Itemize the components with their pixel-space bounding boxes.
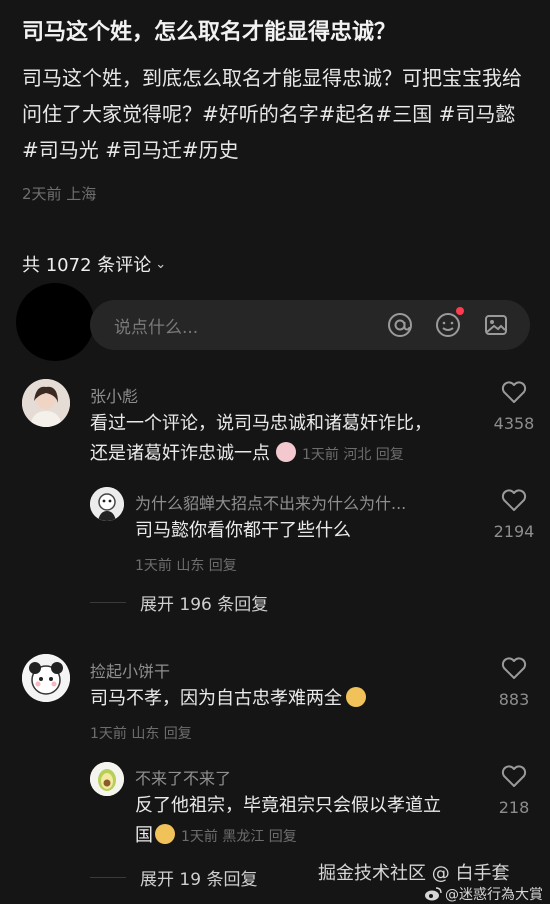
post-meta: 2天前 上海 [22,185,97,203]
hashtag[interactable]: #历史 [182,138,239,162]
hashtag[interactable]: #司马懿 [439,102,516,126]
like-count: 2194 [493,522,535,541]
avatar [16,283,94,361]
reply-username[interactable]: 为什么貂蝉大招点不出来为什么为什... [135,490,475,514]
avatar[interactable] [90,487,124,521]
like-count: 218 [498,798,530,817]
comment-meta[interactable]: 1天前 河北 回复 [302,447,404,463]
comment-text-line: 看过一个评论，说司马忠诚和诸葛奸诈比， [90,413,432,434]
hashtag[interactable]: #好听的名字 [202,102,319,126]
like-button[interactable]: 218 [492,764,536,817]
heart-icon [501,381,527,403]
like-count: 4358 [493,414,535,433]
weibo-icon [425,887,442,901]
comment-text-span: 还是诸葛奸诈忠诚一点 [90,443,270,464]
heart-icon [501,489,527,511]
avatar[interactable] [90,762,124,796]
reply-meta[interactable]: 1天前 山东 回复 [135,555,237,575]
heart-icon [501,765,527,787]
divider [90,602,126,603]
laughing-emoji-icon [155,824,175,844]
emoji-icon[interactable] [434,307,464,339]
comment-text-line: 还是诸葛奸诈忠诚一点 1天前 河北 回复 [90,439,490,470]
reply-text: 反了他祖宗，毕竟祖宗只会假以孝道立 国 1天前 黑龙江 回复 [135,791,495,852]
crying-emoji-icon [276,442,296,462]
like-button[interactable]: 883 [492,656,536,709]
heart-icon [501,657,527,679]
reply-username[interactable]: 不来了不来了 [135,765,231,789]
reply-meta[interactable]: 1天前 黑龙江 回复 [181,829,297,845]
expand-replies-button[interactable]: 展开 19 条回复 [90,865,257,890]
hashtag[interactable]: #起名 [319,102,376,126]
expand-replies-label: 展开 19 条回复 [140,870,258,890]
comment-text: 看过一个评论，说司马忠诚和诸葛奸诈比， 还是诸葛奸诈忠诚一点 1天前 河北 回复 [90,409,490,470]
like-button[interactable]: 4358 [492,380,536,433]
expand-replies-button[interactable]: 展开 196 条回复 [90,590,268,615]
hashtag[interactable]: #司马迁 [105,138,182,162]
like-button[interactable]: 2194 [492,488,536,541]
chevron-down-icon: ⌄ [155,256,167,272]
comment-count[interactable]: 共 1072 条评论 ⌄ [22,251,166,277]
comment-count-label: 共 1072 条评论 [22,255,152,276]
weibo-watermark: @迷惑行為大賞 [424,884,543,904]
divider [90,877,126,878]
weibo-watermark-text: @迷惑行為大賞 [445,887,543,903]
avatar[interactable] [22,379,70,427]
avatar[interactable] [22,654,70,702]
hashtag[interactable]: #三国 [376,102,433,126]
mention-icon[interactable] [386,311,414,339]
post-body: 司马这个姓，到底怎么取名才能显得忠诚？可把宝宝我给问住了大家觉得呢？#好听的名字… [22,60,532,168]
laughing-emoji-icon [346,687,366,707]
comment-username[interactable]: 张小彪 [90,383,138,407]
watermark: 掘金技术社区 @ 白手套 [318,863,510,884]
notification-dot [456,307,464,315]
comment-username[interactable]: 捡起小饼干 [90,658,170,682]
comment-input[interactable]: 说点什么... [90,300,530,350]
image-icon[interactable] [482,311,510,339]
like-count: 883 [498,690,530,709]
post-title: 司马这个姓，怎么取名才能显得忠诚？ [22,20,397,45]
comment-meta[interactable]: 1天前 山东 回复 [90,723,192,743]
reply-text-span: 国 [135,825,153,846]
expand-replies-label: 展开 196 条回复 [140,595,269,615]
comment-text-span: 司马不孝，因为自古忠孝难两全 [90,688,342,709]
reply-text-line: 反了他祖宗，毕竟祖宗只会假以孝道立 [135,795,441,816]
reply-text: 司马懿你看你都干了些什么 [135,520,351,541]
reply-text-line: 国 1天前 黑龙江 回复 [135,821,495,852]
hashtag[interactable]: #司马光 [22,138,99,162]
comment-input-placeholder: 说点什么... [114,317,199,338]
comment-text: 司马不孝，因为自古忠孝难两全 [90,684,366,714]
